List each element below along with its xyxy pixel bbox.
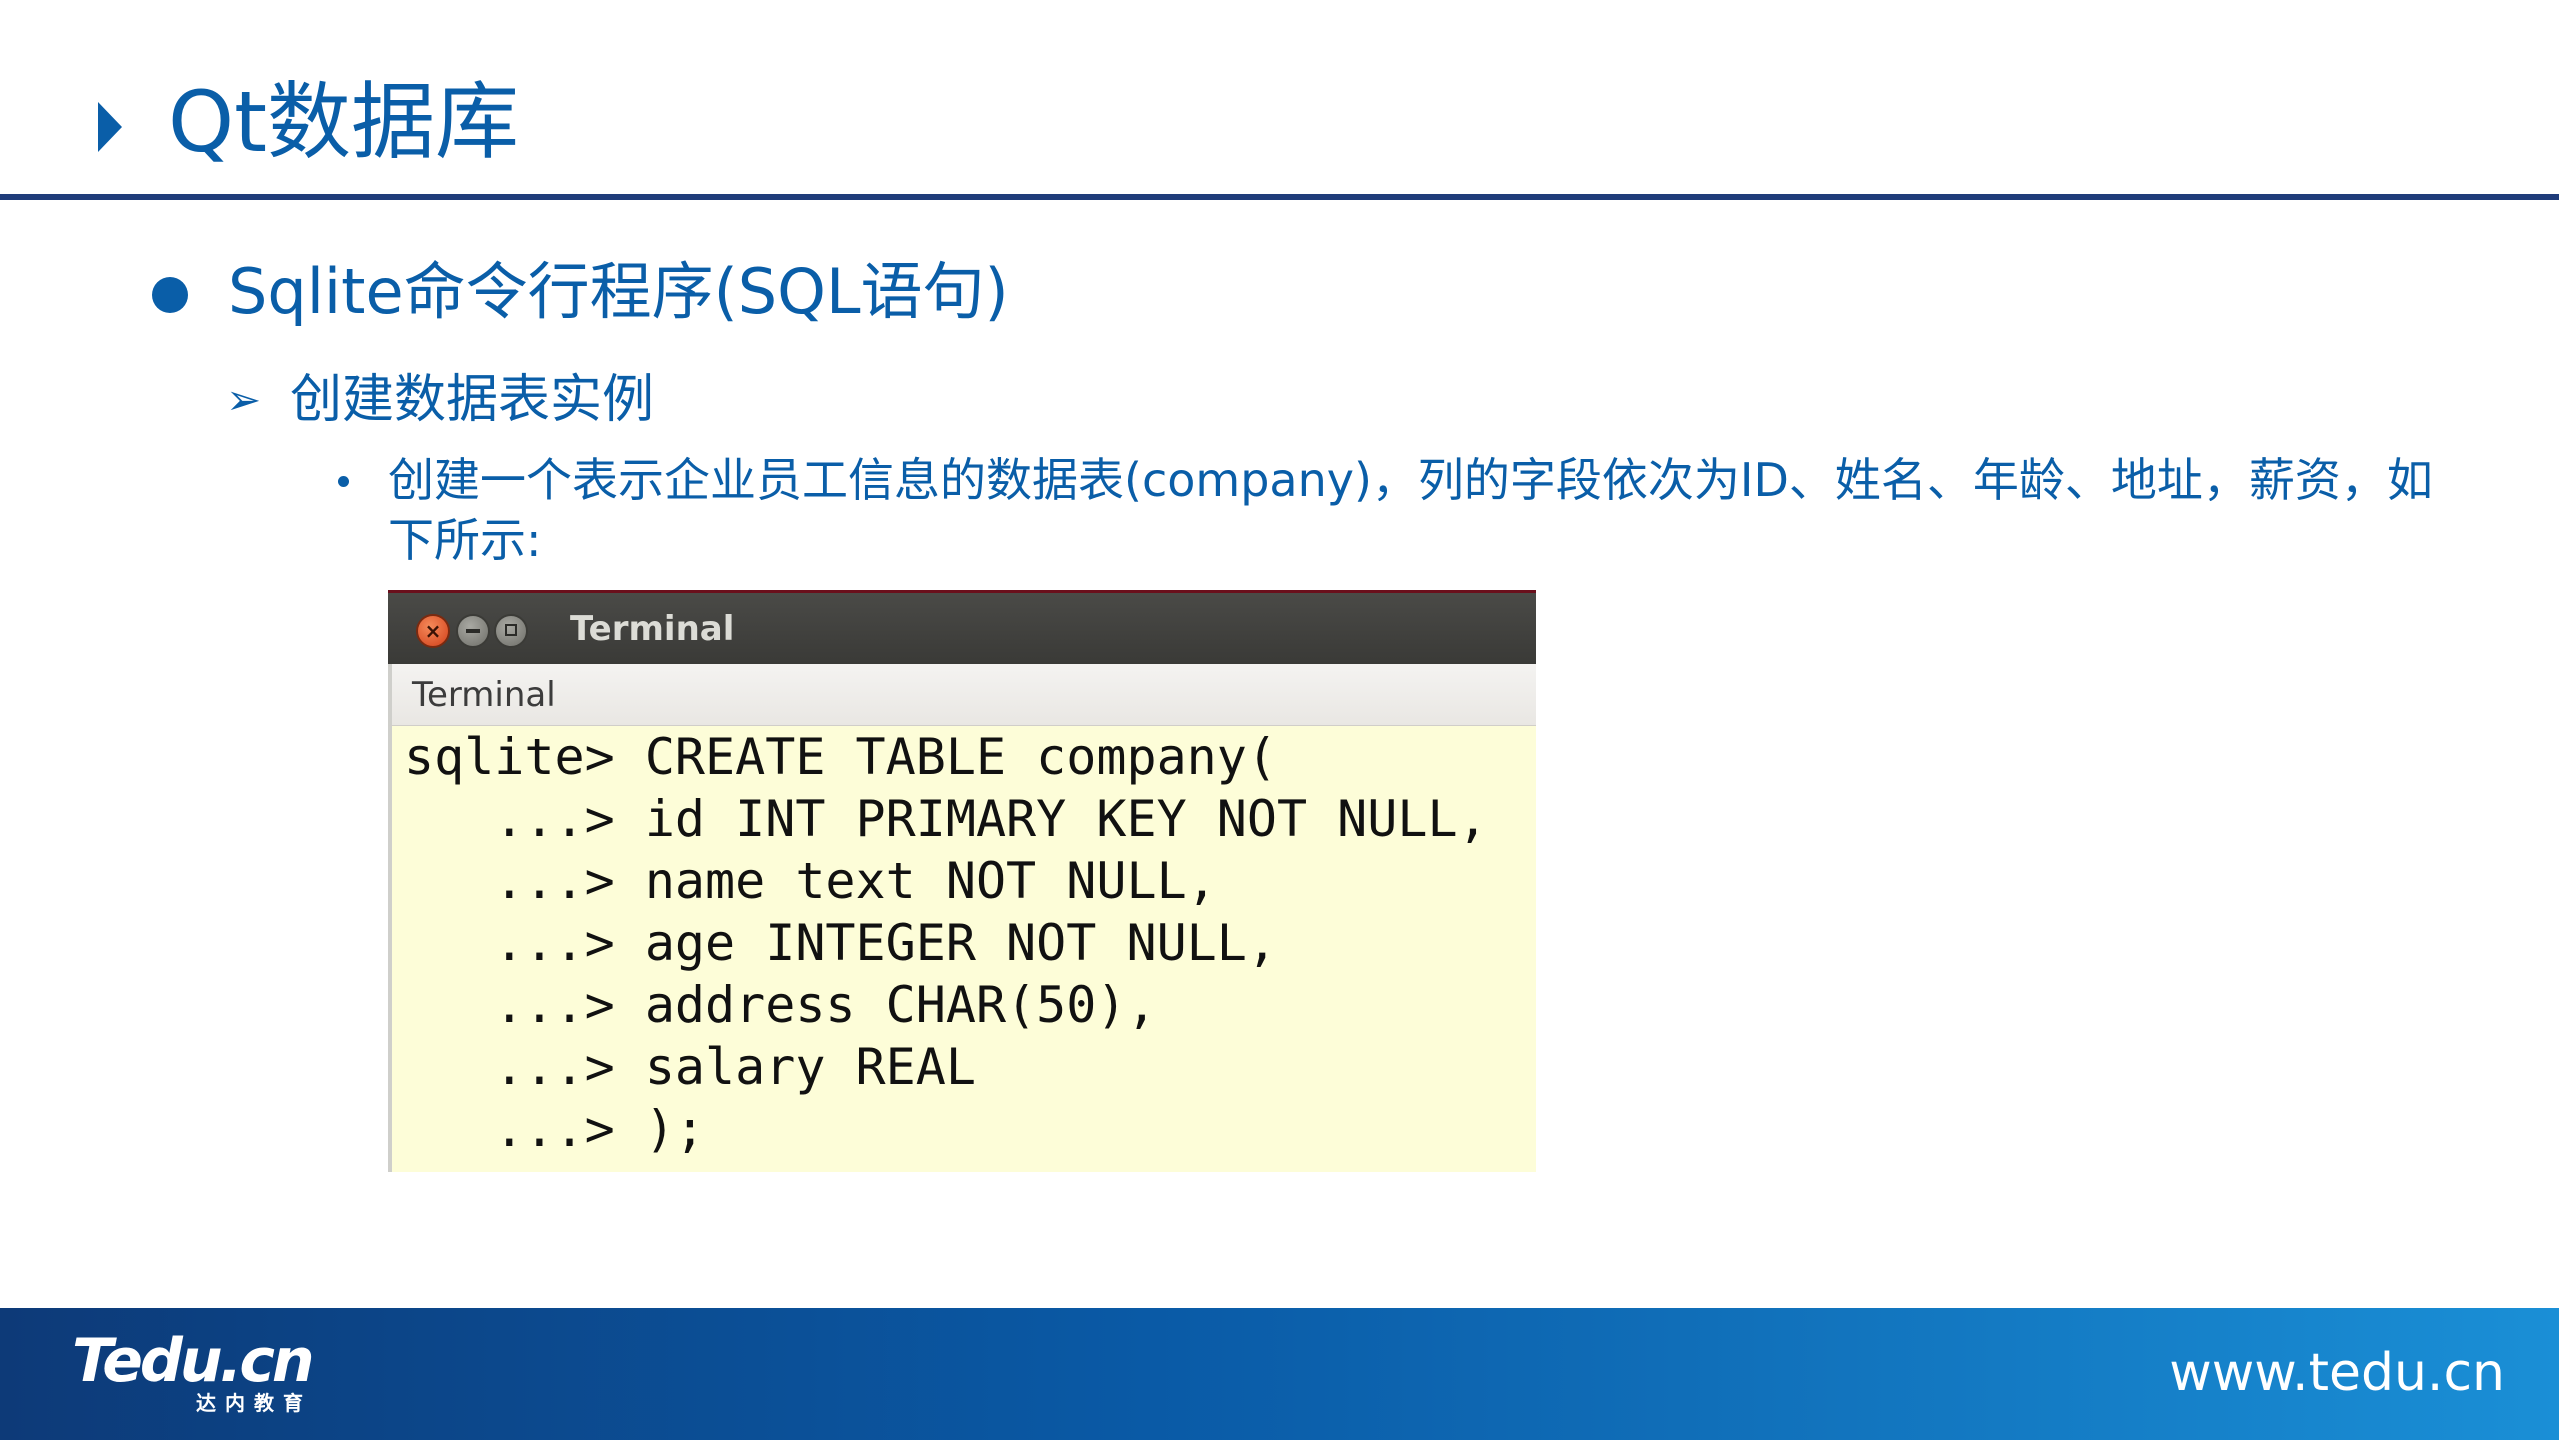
small-bullet-icon: [338, 476, 349, 487]
arrow-bullet-icon: ➢: [226, 375, 262, 424]
maximize-icon[interactable]: [494, 614, 528, 648]
footer-bar: Tedu.cn 达内教育 www.tedu.cn: [0, 1308, 2559, 1440]
terminal-body: sqlite> CREATE TABLE company( ...> id IN…: [388, 726, 1536, 1172]
bullet-level1-text: Sqlite命令行程序(SQL语句): [228, 255, 1009, 328]
code-line: ...> );: [404, 1100, 706, 1158]
minimize-icon[interactable]: [456, 614, 490, 648]
title-triangle-icon: [98, 102, 122, 152]
bullet-level3-text: 创建一个表示企业员工信息的数据表(company)，列的字段依次为ID、姓名、年…: [388, 453, 2433, 567]
bullet-level2-text: 创建数据表实例: [290, 370, 655, 430]
code-line: ...> salary REAL: [404, 1038, 976, 1096]
footer-url: www.tedu.cn: [2169, 1343, 2505, 1403]
terminal-screenshot: × Terminal Terminal sqlite> CREATE TABLE…: [388, 590, 1536, 1172]
bullet-dot-icon: [152, 277, 188, 313]
title-divider: [0, 194, 2559, 200]
slide: Qt数据库 Sqlite命令行程序(SQL语句) ➢ 创建数据表实例 创建一个表…: [0, 0, 2559, 1440]
terminal-window-title: Terminal: [570, 609, 735, 649]
code-line: sqlite> CREATE TABLE company(: [404, 728, 1277, 786]
code-line: ...> name text NOT NULL,: [404, 852, 1217, 910]
tedu-logo-subtext: 达内教育: [196, 1391, 312, 1415]
tedu-logo: Tedu.cn: [72, 1326, 315, 1396]
close-icon[interactable]: ×: [416, 614, 450, 648]
code-line: ...> id INT PRIMARY KEY NOT NULL,: [404, 790, 1488, 848]
code-line: ...> age INTEGER NOT NULL,: [404, 914, 1277, 972]
slide-title: Qt数据库: [168, 73, 520, 171]
terminal-menubar: Terminal: [388, 664, 1536, 726]
menu-item-terminal[interactable]: Terminal: [412, 673, 556, 717]
terminal-titlebar: × Terminal: [388, 590, 1536, 664]
code-line: ...> address CHAR(50),: [404, 976, 1157, 1034]
